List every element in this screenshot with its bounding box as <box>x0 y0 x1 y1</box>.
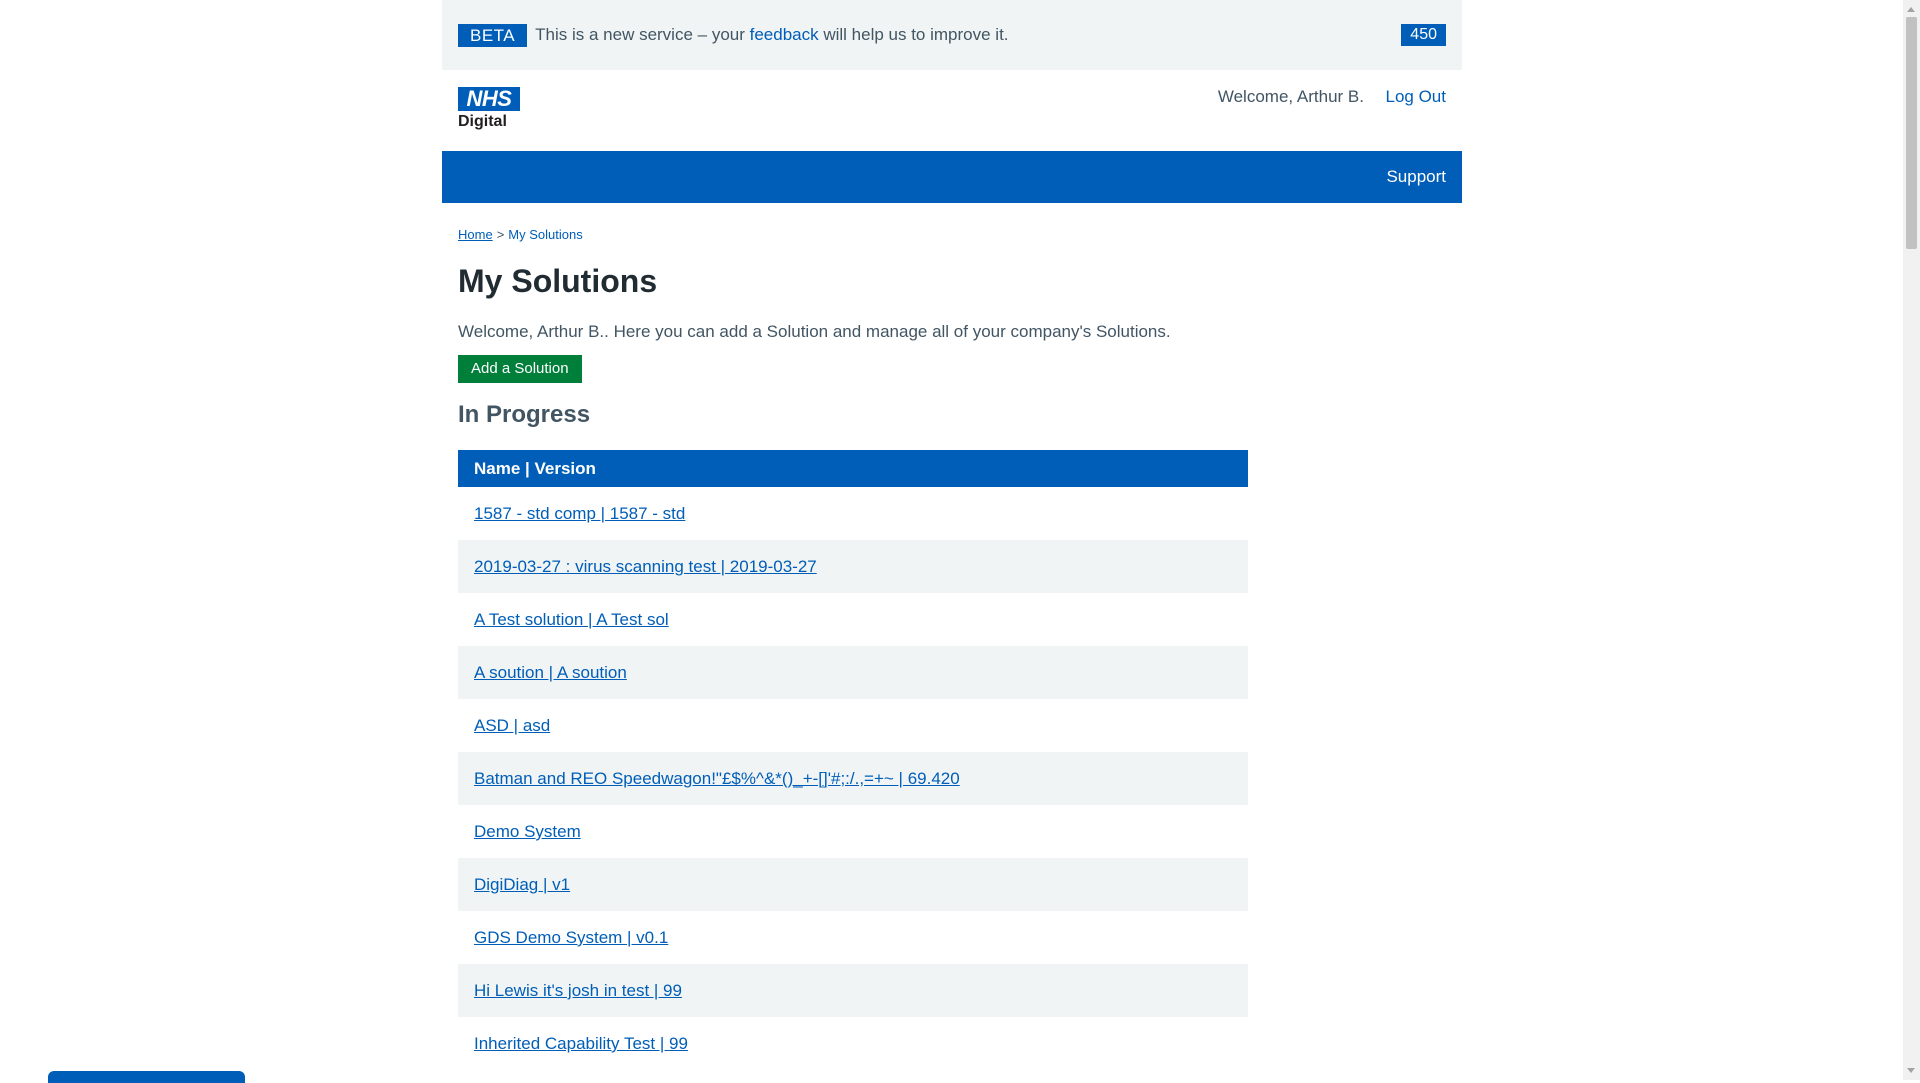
solution-link[interactable]: A soution | A soution <box>474 663 627 682</box>
scroll-up-arrow-icon[interactable] <box>1907 7 1915 12</box>
solution-link[interactable]: GDS Demo System | v0.1 <box>474 928 668 947</box>
table-row: ASD | asd <box>458 699 1248 752</box>
table-row: 1587 - std comp | 1587 - std <box>458 487 1248 540</box>
solution-link[interactable]: ASD | asd <box>474 716 550 735</box>
in-progress-heading: In Progress <box>458 401 591 428</box>
welcome-user: Welcome, Arthur B. <box>1217 87 1364 106</box>
logout-link[interactable]: Log Out <box>1386 87 1447 107</box>
floating-feedback-tab[interactable] <box>48 1071 245 1083</box>
solution-link[interactable]: A Test solution | A Test sol <box>474 610 669 629</box>
solution-link[interactable]: Demo System <box>474 822 581 841</box>
solution-link[interactable]: Batman and REO Speedwagon!"£$%^&*()_+-[]… <box>474 769 960 788</box>
main-nav: Support <box>442 151 1462 203</box>
table-row: 2019-03-27 : virus scanning test | 2019-… <box>458 540 1248 593</box>
table-row: DigiDiag | v1 <box>458 858 1248 911</box>
table-row: Demo System <box>458 805 1248 858</box>
beta-message: This is a new service – your feedback wi… <box>535 25 1008 45</box>
intro-text: Welcome, Arthur B.. Here you can add a S… <box>458 322 1171 341</box>
nhs-digital-logo[interactable]: NHS Digital <box>458 87 520 131</box>
logo-subtitle: Digital <box>458 113 507 130</box>
scrollbar-thumb[interactable] <box>1906 17 1917 249</box>
table-row: Batman and REO Speedwagon!"£$%^&*()_+-[]… <box>458 752 1248 805</box>
solution-link[interactable]: 1587 - std comp | 1587 - std <box>474 504 685 523</box>
nhs-logo-mark: NHS <box>458 87 520 111</box>
table-row: A Test solution | A Test sol <box>458 593 1248 646</box>
table-row: Hi Lewis it's josh in test | 99 <box>458 964 1248 1017</box>
add-solution-button[interactable]: Add a Solution <box>458 355 582 383</box>
site-header: NHS Digital Welcome, Arthur B. Log Out <box>442 70 1462 151</box>
solution-link[interactable]: Hi Lewis it's josh in test | 99 <box>474 981 682 1000</box>
table-header: Name | Version <box>458 450 1248 487</box>
page-scrollbar[interactable] <box>1903 0 1920 1080</box>
breadcrumb-current: My Solutions <box>508 227 583 242</box>
beta-tag: BETA <box>458 23 528 47</box>
solution-link[interactable]: DigiDiag | v1 <box>474 875 570 894</box>
nav-support-link[interactable]: Support <box>1386 167 1446 187</box>
scroll-down-arrow-icon[interactable] <box>1907 1068 1915 1073</box>
breadcrumb: Home > My Solutions <box>458 227 1446 242</box>
table-row: GDS Demo System | v0.1 <box>458 911 1248 964</box>
beta-text-before: This is a new service – your <box>535 25 750 44</box>
feedback-link[interactable]: feedback <box>750 25 819 44</box>
page-title: My Solutions <box>458 263 658 299</box>
table-row: Inherited Capability Test | 99 <box>458 1017 1248 1070</box>
beta-count-badge: 450 <box>1401 24 1446 46</box>
breadcrumb-separator: > <box>496 227 505 242</box>
table-row: A soution | A soution <box>458 646 1248 699</box>
beta-text-after: will help us to improve it. <box>818 25 1009 44</box>
solution-link[interactable]: Inherited Capability Test | 99 <box>474 1034 688 1053</box>
breadcrumb-home[interactable]: Home <box>458 227 493 242</box>
beta-banner: BETA This is a new service – your feedba… <box>442 0 1462 70</box>
main-content: Home > My Solutions My Solutions Welcome, … <box>442 227 1462 1070</box>
page-container: BETA This is a new service – your feedba… <box>442 0 1462 1070</box>
solutions-table: Name | Version 1587 - std comp | 1587 - … <box>458 450 1248 1070</box>
solution-link[interactable]: 2019-03-27 : virus scanning test | 2019-… <box>474 557 817 576</box>
